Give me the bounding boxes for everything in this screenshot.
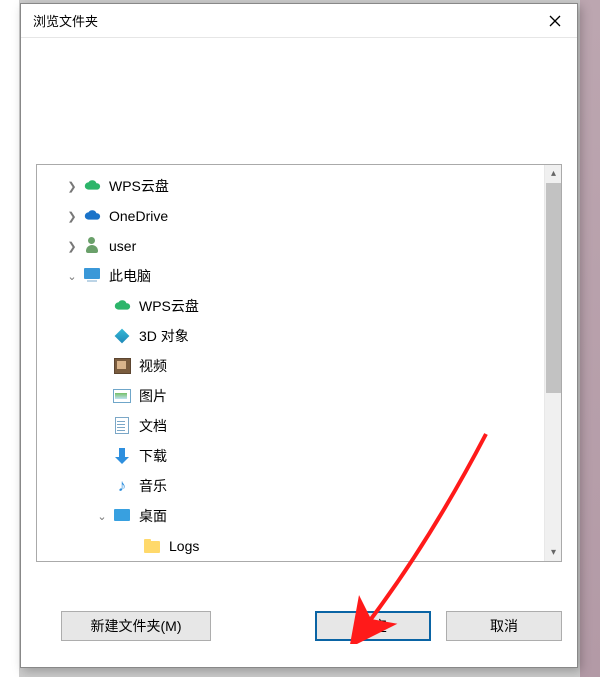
vertical-scrollbar[interactable]: ▴ ▾ [544, 165, 561, 561]
tree-node[interactable]: 图片 [47, 381, 543, 411]
down-icon [113, 447, 131, 465]
button-row: 新建文件夹(M) 确定 取消 [36, 610, 562, 642]
tree-node-label: 文档 [139, 416, 167, 436]
user-icon [83, 237, 101, 255]
close-icon [549, 15, 561, 27]
tree-node-label: 图片 [139, 386, 167, 406]
collapse-icon[interactable]: ⌄ [95, 509, 109, 523]
ok-label: 确定 [359, 616, 387, 636]
tree-node[interactable]: ⌄ 桌面 [47, 501, 543, 531]
tree-node-label: 桌面 [139, 506, 167, 526]
desktop-icon [113, 507, 131, 525]
music-icon: ♪ [113, 477, 131, 495]
tree-node[interactable]: ♪ 音乐 [47, 471, 543, 501]
expand-icon[interactable]: ❯ [65, 209, 79, 223]
scroll-up-arrow-icon[interactable]: ▴ [545, 165, 562, 182]
dialog-title: 浏览文件夹 [33, 11, 98, 30]
tree-node[interactable]: 下载 [47, 441, 543, 471]
new-folder-button[interactable]: 新建文件夹(M) [61, 611, 211, 641]
new-folder-label: 新建文件夹(M) [91, 616, 182, 636]
tree-node[interactable]: ❯ OneDrive [47, 201, 543, 231]
tree-node-label: user [109, 238, 136, 254]
tree-node[interactable]: ❯ WPS云盘 [47, 171, 543, 201]
folder-tree-container: ❯ WPS云盘 ❯ OneDrive ❯ user ⌄ 此电脑 WPS云盘 3D 对象视频图片文档… [36, 164, 562, 562]
tree-node[interactable]: ⌄ 此电脑 [47, 261, 543, 291]
cloud-green-icon [83, 177, 101, 195]
cancel-button[interactable]: 取消 [446, 611, 562, 641]
folder-icon [143, 537, 161, 555]
cloud-green-icon [113, 297, 131, 315]
scroll-down-arrow-icon[interactable]: ▾ [545, 544, 562, 561]
video-icon [113, 357, 131, 375]
folder-tree[interactable]: ❯ WPS云盘 ❯ OneDrive ❯ user ⌄ 此电脑 WPS云盘 3D 对象视频图片文档… [37, 165, 543, 561]
tree-node[interactable]: 文档 [47, 411, 543, 441]
pc-icon [83, 267, 101, 285]
titlebar: 浏览文件夹 [21, 4, 577, 38]
tree-node-label: WPS云盘 [109, 176, 169, 196]
scroll-thumb[interactable] [546, 183, 561, 393]
tree-node[interactable]: ❯ user [47, 231, 543, 261]
tree-node[interactable]: 3D 对象 [47, 321, 543, 351]
expand-icon[interactable]: ❯ [65, 179, 79, 193]
tree-node[interactable]: Logs [47, 531, 543, 561]
tree-node-label: 视频 [139, 356, 167, 376]
tree-node-label: 音乐 [139, 476, 167, 496]
tree-node-label: 此电脑 [109, 266, 151, 286]
tree-node-label: 3D 对象 [139, 326, 189, 346]
3d-icon [113, 327, 131, 345]
collapse-icon[interactable]: ⌄ [65, 269, 79, 283]
tree-node-label: OneDrive [109, 208, 168, 224]
tree-node-label: 下载 [139, 446, 167, 466]
tree-node-label: WPS云盘 [139, 296, 199, 316]
cancel-label: 取消 [490, 616, 518, 636]
tree-node[interactable]: WPS云盘 [47, 291, 543, 321]
img-icon [113, 387, 131, 405]
browse-for-folder-dialog: 浏览文件夹 ❯ WPS云盘 ❯ OneDrive ❯ user ⌄ 此电脑 WPS云盘 3D 对象… [20, 3, 578, 668]
tree-node-label: Logs [169, 538, 199, 554]
onedrive-icon [83, 207, 101, 225]
ok-button[interactable]: 确定 [315, 611, 431, 641]
tree-node[interactable]: 视频 [47, 351, 543, 381]
close-button[interactable] [532, 4, 577, 37]
doc-icon [113, 417, 131, 435]
expand-icon[interactable]: ❯ [65, 239, 79, 253]
